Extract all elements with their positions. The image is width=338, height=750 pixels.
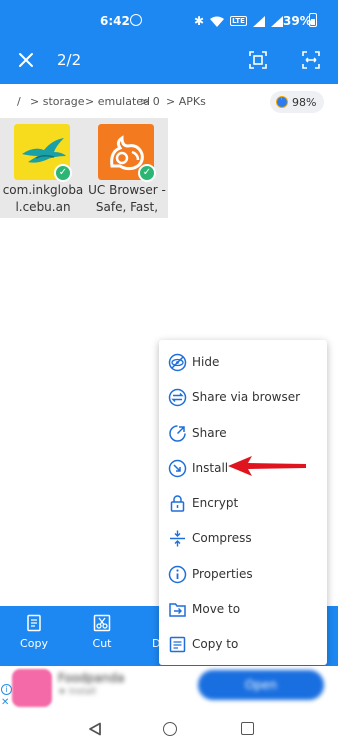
wifi-icon <box>210 16 225 27</box>
copy-label: Copy <box>20 637 48 650</box>
sync-check-icon <box>130 14 142 26</box>
ad-title: Foodpanda <box>58 671 125 685</box>
ad-info-icon[interactable]: i <box>1 684 12 695</box>
menu-item-copy-to[interactable]: Copy to <box>159 627 327 662</box>
menu-item-label: Move to <box>192 602 241 616</box>
menu-item-share[interactable]: Share <box>159 416 327 451</box>
menu-item-encrypt[interactable]: Encrypt <box>159 486 327 521</box>
signal-icon-2 <box>270 15 283 27</box>
menu-item-properties[interactable]: Properties <box>159 557 327 592</box>
cut-label: Cut <box>92 637 112 650</box>
battery-icon <box>309 13 317 27</box>
status-time: 6:42 <box>100 14 130 28</box>
lte-badge: LTE <box>230 16 247 26</box>
eye-off-icon <box>168 353 187 372</box>
menu-item-label: Hide <box>192 355 220 369</box>
cut-button[interactable]: Cut <box>72 606 132 666</box>
back-icon[interactable] <box>88 722 102 736</box>
storage-percent: 98% <box>292 95 317 109</box>
ad-close-icon[interactable]: ✕ <box>1 697 9 708</box>
storage-pie-icon <box>276 96 288 108</box>
ad-subtitle: ★ Install <box>58 687 97 697</box>
copy-to-icon <box>169 636 186 653</box>
install-icon <box>168 459 187 478</box>
ad-open-button[interactable]: Open <box>198 670 324 700</box>
transfer-icon <box>168 388 187 407</box>
file-name: com.inkglobal.cebu.an <box>2 183 84 214</box>
menu-item-compress[interactable]: Compress <box>159 521 327 556</box>
menu-item-label: Share <box>192 426 227 440</box>
status-icons: ✱ LTE <box>194 14 283 28</box>
selected-check-icon: ✓ <box>138 164 156 182</box>
menu-item-share-via-browser[interactable]: Share via browser <box>159 380 327 415</box>
menu-item-label: Encrypt <box>192 496 239 510</box>
home-icon[interactable] <box>163 722 177 736</box>
close-selection-button[interactable] <box>16 50 36 70</box>
bluetooth-icon: ✱ <box>194 14 205 28</box>
compress-icon <box>170 530 185 547</box>
file-item[interactable]: ✓ com.inkglobal.cebu.an <box>0 118 84 218</box>
menu-item-label: Share via browser <box>192 390 301 404</box>
recent-apps-icon[interactable] <box>241 722 254 735</box>
red-arrow-icon <box>228 456 306 476</box>
top-bar: 6:42 ✱ LTE 39% 2/2 <box>0 0 338 84</box>
battery-percent: 39% <box>283 14 312 28</box>
menu-item-label: Install <box>192 461 229 475</box>
move-icon <box>169 603 186 617</box>
scissors-icon <box>93 614 111 632</box>
file-item[interactable]: ✓ UC Browser -Safe, Fast, <box>84 118 168 218</box>
copy-button[interactable]: Copy <box>4 606 64 666</box>
selection-count: 2/2 <box>57 51 82 69</box>
share-icon <box>169 425 186 442</box>
lock-icon <box>170 495 185 512</box>
info-icon <box>168 565 187 584</box>
menu-item-hide[interactable]: Hide <box>159 345 327 380</box>
menu-item-label: Copy to <box>192 637 239 651</box>
breadcrumb-apks[interactable]: > APKs <box>166 95 206 108</box>
menu-item-label: Properties <box>192 567 253 581</box>
menu-item-move-to[interactable]: Move to <box>159 592 327 627</box>
menu-item-label: Compress <box>192 531 252 545</box>
ad-app-icon <box>12 669 52 707</box>
storage-usage-badge[interactable]: 98% <box>270 91 324 113</box>
signal-icon <box>252 15 265 27</box>
file-name: UC Browser -Safe, Fast, <box>88 183 166 214</box>
status-bar: 6:42 ✱ LTE 39% <box>0 0 338 40</box>
select-all-icon[interactable] <box>248 50 268 70</box>
selected-check-icon: ✓ <box>54 164 72 182</box>
breadcrumb-0[interactable]: > 0 <box>140 95 160 108</box>
breadcrumb-storage[interactable]: > storage <box>30 95 85 108</box>
copy-icon <box>27 614 41 632</box>
context-menu: Hide Share via browser Share Install Enc… <box>159 340 327 665</box>
breadcrumb-root[interactable]: / <box>17 95 21 108</box>
select-range-icon[interactable] <box>301 50 321 70</box>
